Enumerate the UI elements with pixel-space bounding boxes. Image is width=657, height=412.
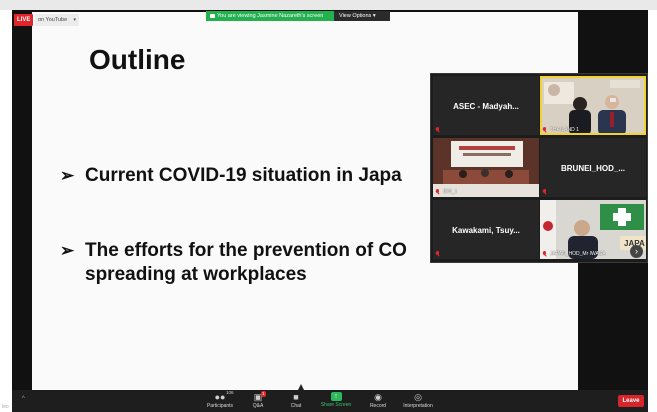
chat-button[interactable]: ■ Chat <box>284 390 308 412</box>
live-badge[interactable]: LIVE <box>14 14 34 26</box>
qa-icon: ▣ <box>253 392 263 402</box>
record-label: Record <box>369 403 387 409</box>
slide-bullet-2: ➢ The efforts for the prevention of CO sp… <box>60 239 407 287</box>
video-tile[interactable]: BRUNEI_HOD_... <box>540 138 646 197</box>
bullet-text: The efforts for the prevention of CO <box>85 240 407 261</box>
bullet-text: Current COVID-19 situation in Japa <box>85 165 402 186</box>
participant-name: BRUNEI_HOD_... <box>560 164 625 173</box>
youtube-label: on YouTube <box>38 17 68 23</box>
globe-icon: ◎ <box>414 392 422 402</box>
muted-mic-icon <box>435 251 440 257</box>
viewing-text: You are viewing Jasmine Nazareth's scree… <box>217 13 324 19</box>
screen-icon <box>210 13 215 18</box>
gallery-next-page-button[interactable]: › <box>630 245 643 258</box>
participant-name: THAILAND 1 <box>550 127 579 133</box>
participant-name: IDN_1 <box>443 189 458 195</box>
muted-mic-icon <box>542 189 547 195</box>
qa-button[interactable]: ▣ 1 Q&A <box>246 390 270 412</box>
interpretation-button[interactable]: ◎ Interpretation <box>398 390 438 412</box>
participants-label: Participants <box>206 403 234 409</box>
slide-bullet-1: ➢ Current COVID-19 situation in Japa <box>60 164 402 188</box>
muted-mic-icon <box>542 251 547 257</box>
truncated-toolbar-label: leo <box>2 404 9 410</box>
leave-button[interactable]: Leave <box>618 395 644 407</box>
view-options-button[interactable]: View Options ▾ <box>334 11 390 21</box>
participant-name: Kawakami, Tsuy... <box>452 226 520 235</box>
chat-label: Chat <box>290 403 302 409</box>
interpretation-label: Interpretation <box>403 403 433 409</box>
bullet-text-continued: spreading at workplaces <box>85 264 307 285</box>
window-top-border <box>0 0 657 10</box>
bullet-arrow-icon: ➢ <box>60 166 75 185</box>
video-tile[interactable]: Kawakami, Tsuy... <box>433 200 539 259</box>
record-icon: ◉ <box>374 392 382 402</box>
video-tile[interactable]: ASEC - Madyah... <box>433 76 539 135</box>
meeting-toolbar: ^ ●● 106 Participants ▣ 1 Q&A ■ Chat ↑ S… <box>12 390 648 412</box>
chevron-down-icon: ▾ <box>73 17 76 23</box>
viewing-message: You are viewing Jasmine Nazareth's scree… <box>206 11 334 21</box>
viewing-banner: You are viewing Jasmine Nazareth's scree… <box>206 11 390 21</box>
video-gallery: ASEC - Madyah... THAILAND 1 IDN_1 BRUNEI… <box>430 73 648 263</box>
participants-button[interactable]: ●● 106 Participants <box>200 390 240 412</box>
participants-icon: ●● <box>214 392 226 402</box>
chat-icon: ■ <box>293 392 299 402</box>
record-button[interactable]: ◉ Record <box>366 390 390 412</box>
qa-label: Q&A <box>252 403 264 409</box>
muted-mic-icon <box>435 127 440 133</box>
muted-mic-icon <box>542 127 547 133</box>
participant-count: 106 <box>226 390 234 395</box>
qa-badge: 1 <box>261 391 266 397</box>
bullet-arrow-icon: ➢ <box>60 241 75 260</box>
muted-mic-icon <box>435 189 440 195</box>
video-tile[interactable]: IDN_1 <box>433 138 539 197</box>
slide-title: Outline <box>89 44 186 75</box>
zoom-window: Outline ➢ Current COVID-19 situation in J… <box>0 0 657 412</box>
video-tile-active-speaker[interactable]: THAILAND 1 <box>540 76 646 135</box>
share-screen-icon: ↑ <box>330 392 342 401</box>
youtube-live-dropdown[interactable]: on YouTube ▾ <box>35 14 79 26</box>
participant-name: JAPAN_HOD_Mr IWASA <box>550 251 606 257</box>
chevron-up-icon[interactable]: ^ <box>22 396 25 402</box>
share-screen-label: Share Screen <box>320 402 352 408</box>
mouse-cursor-icon <box>298 384 304 390</box>
participant-name: ASEC - Madyah... <box>453 102 519 111</box>
share-screen-button[interactable]: ↑ Share Screen <box>318 390 354 412</box>
